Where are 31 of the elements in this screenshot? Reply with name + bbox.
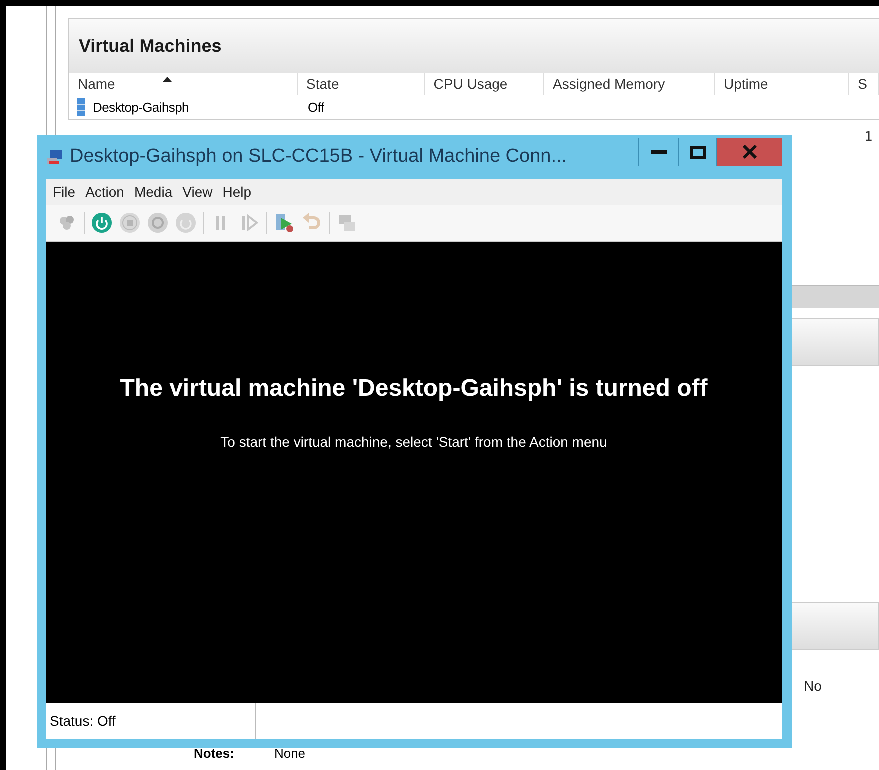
vm-name[interactable]: Desktop-Gaihsph — [93, 100, 189, 114]
monitor-icon — [46, 148, 64, 166]
table-cell: 1 — [864, 130, 873, 145]
column-header[interactable]: Assigned Memory — [544, 73, 715, 95]
status-message: The virtual machine 'Desktop-Gaihsph' is turned off — [119, 374, 709, 404]
close-button[interactable] — [716, 138, 782, 166]
status-text: Status: Off — [50, 713, 116, 729]
column-header[interactable]: Uptime — [714, 73, 850, 95]
notes-label: Notes: — [194, 746, 234, 761]
detail-value: No — [804, 678, 822, 694]
section-title: Virtual Machines — [79, 36, 222, 56]
menu-item[interactable]: Help — [218, 184, 257, 200]
menu-item[interactable]: Action — [80, 184, 130, 200]
column-header[interactable]: State — [298, 73, 425, 95]
column-header[interactable]: CPU Usage — [424, 73, 544, 95]
menu-item[interactable]: Media — [129, 184, 178, 200]
power-icon[interactable] — [91, 212, 113, 234]
minimize-icon — [650, 150, 666, 154]
menu-item[interactable]: View — [178, 184, 218, 200]
close-icon — [742, 145, 756, 159]
maximize-icon — [690, 146, 706, 158]
hint-text: To start the virtual machine, select 'Start' from the Action menu — [220, 434, 608, 450]
window-title: Desktop-Gaihsph on SLC-CC15B - Virtual Machine Conn... — [70, 146, 568, 168]
column-header[interactable]: S — [849, 73, 879, 95]
notes-value: None — [274, 746, 306, 761]
menu-item[interactable]: File — [48, 184, 81, 200]
vm-state: Off — [308, 100, 324, 114]
column-header[interactable]: Name — [69, 73, 298, 95]
server-icon — [77, 98, 85, 116]
checkpoint-icon[interactable] — [273, 212, 295, 234]
sort-arrow-icon — [163, 76, 172, 82]
